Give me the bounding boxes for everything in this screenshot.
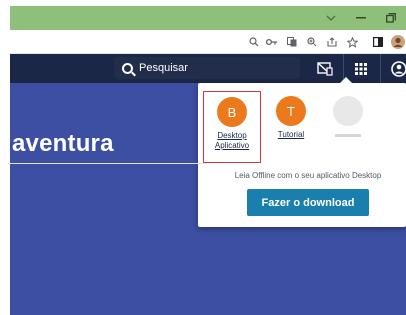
star-icon[interactable] (344, 30, 360, 54)
key-icon[interactable] (264, 30, 280, 54)
translate-icon[interactable] (284, 30, 300, 54)
chevron-down-icon[interactable] (316, 6, 346, 30)
browser-toolbar (10, 30, 406, 54)
offline-device-icon[interactable] (310, 54, 340, 83)
hero-heading: aventura (12, 130, 114, 157)
minimize-icon[interactable] (346, 6, 376, 30)
window-title-bar (10, 6, 406, 30)
account-label: Desktop Aplicativo (214, 131, 250, 150)
avatar: T (276, 96, 306, 126)
account-label: Tutorial (277, 130, 305, 139)
download-button[interactable]: Fazer o download (247, 189, 369, 216)
offline-reading-text: Leia Offline com o seu aplicativo Deskto… (234, 171, 382, 180)
search-icon[interactable] (246, 30, 262, 54)
search-input[interactable]: Pesquisar (114, 57, 300, 79)
avatar (333, 96, 363, 126)
zoom-icon[interactable] (304, 30, 320, 54)
account-label-placeholder (335, 134, 361, 137)
user-circle-icon[interactable] (388, 54, 406, 83)
profile-avatar-icon[interactable] (390, 30, 406, 54)
restore-icon[interactable] (376, 6, 406, 30)
search-icon (122, 62, 133, 74)
avatar: B (217, 97, 247, 127)
account-placeholder[interactable] (319, 91, 377, 163)
browser-window: Pesquisar aventura B Desktop Aplicativo … (0, 0, 406, 315)
panel-divider (8, 163, 208, 164)
nav-separator (380, 54, 381, 83)
account-desktop-aplicativo[interactable]: B Desktop Aplicativo (203, 91, 261, 163)
search-placeholder: Pesquisar (139, 62, 188, 74)
share-icon[interactable] (324, 30, 340, 54)
account-tutorial[interactable]: T Tutorial (262, 91, 320, 163)
sidepanel-icon[interactable] (370, 30, 386, 54)
